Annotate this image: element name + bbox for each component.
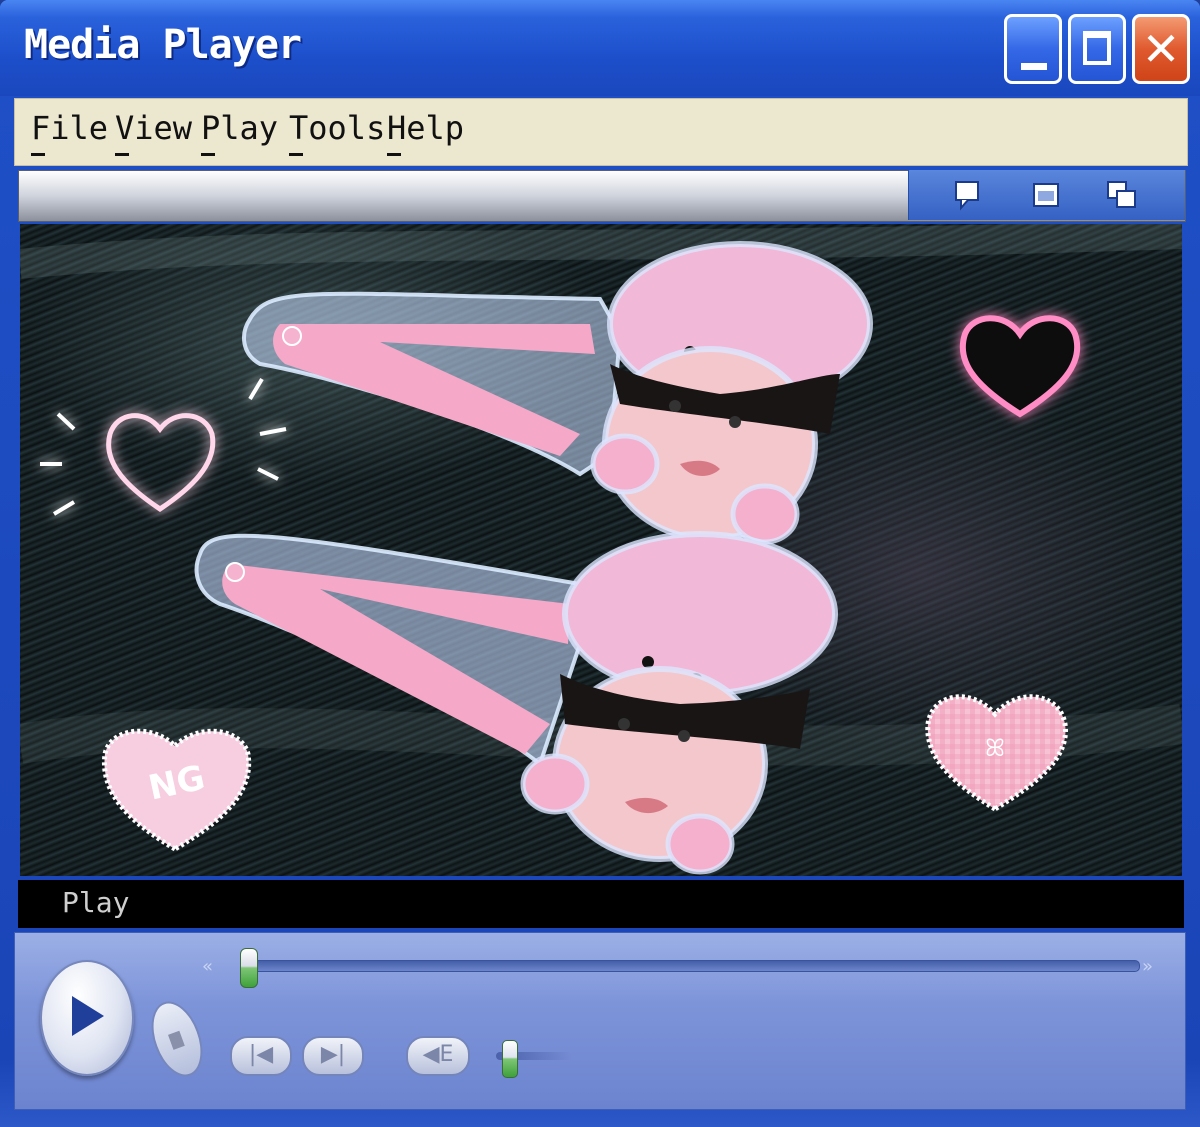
status-text: Play: [62, 886, 130, 919]
window-title: Media Player: [24, 22, 302, 68]
compact-mode-icon[interactable]: [1029, 178, 1063, 212]
gingham-heart-sticker: ꕤ: [925, 694, 1068, 812]
menu-bar: File View Play Tools Help: [14, 98, 1188, 166]
play-icon: [72, 996, 104, 1036]
menu-view-label: View: [115, 109, 193, 147]
seek-bar[interactable]: [248, 960, 1140, 972]
media-player-window: Media Player ✕ File View Play Tools Help: [0, 0, 1200, 1127]
mute-button[interactable]: ◀E: [406, 1036, 470, 1076]
maximize-icon: [1083, 31, 1111, 65]
info-bar-buttons: [908, 170, 1185, 220]
menu-help-label: Help: [387, 109, 465, 147]
seek-thumb[interactable]: [240, 948, 258, 988]
fast-forward-icon[interactable]: »: [1142, 956, 1153, 977]
video-area[interactable]: NG ꕤ: [20, 224, 1182, 876]
neon-heart-sticker: [40, 377, 287, 516]
svg-text:ꕤ: ꕤ: [985, 734, 1005, 762]
volume-thumb[interactable]: [502, 1040, 518, 1078]
close-button[interactable]: ✕: [1132, 14, 1190, 84]
menu-play[interactable]: Play: [201, 109, 279, 156]
play-button[interactable]: [40, 960, 134, 1076]
menu-tools[interactable]: Tools: [289, 109, 386, 156]
previous-button[interactable]: |◀: [230, 1036, 292, 1076]
stop-icon: [168, 1030, 185, 1050]
menu-tools-label: Tools: [289, 109, 386, 147]
minimize-button[interactable]: [1004, 14, 1062, 84]
hair-clip-top: [242, 241, 873, 545]
menu-file-label: File: [31, 109, 109, 147]
glow-heart-sticker: [959, 315, 1081, 418]
menu-file[interactable]: File: [31, 109, 109, 156]
video-frame-illustration: NG ꕤ: [20, 224, 1182, 875]
minimize-icon: [1021, 63, 1047, 70]
menu-help[interactable]: Help: [387, 109, 465, 156]
next-button[interactable]: ▶|: [302, 1036, 364, 1076]
menu-view[interactable]: View: [115, 109, 193, 156]
menu-play-label: Play: [201, 109, 279, 147]
speech-bubble-icon[interactable]: [951, 178, 985, 212]
ng-heart-sticker: NG: [101, 728, 252, 852]
maximize-button[interactable]: [1068, 14, 1126, 84]
status-bar: Play: [18, 880, 1184, 928]
close-icon: ✕: [1141, 22, 1181, 76]
rewind-icon[interactable]: «: [202, 956, 213, 977]
hair-clip-bottom: [194, 531, 838, 875]
title-bar[interactable]: Media Player ✕: [0, 0, 1200, 96]
switch-skin-icon[interactable]: [1105, 178, 1139, 212]
